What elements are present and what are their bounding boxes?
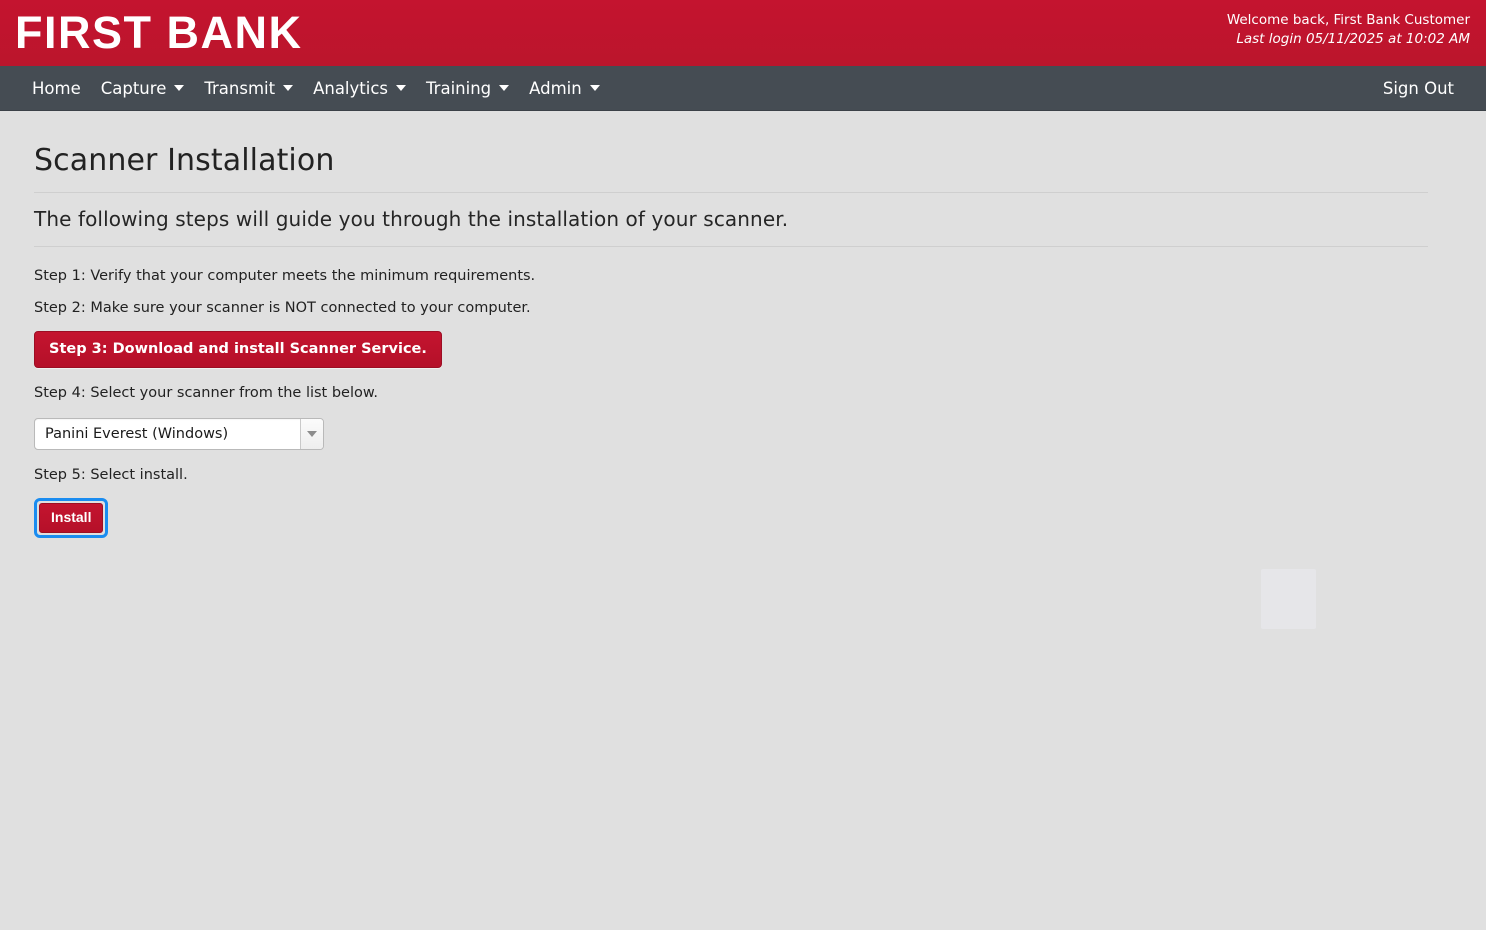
download-scanner-service-button[interactable]: Step 3: Download and install Scanner Ser… <box>34 331 442 368</box>
nav-item-label: Analytics <box>313 78 389 98</box>
nav-item-home[interactable]: Home <box>22 66 91 110</box>
nav-item-admin[interactable]: Admin <box>519 66 610 110</box>
main-navigation-bar: Home Capture Transmit Analytics Training… <box>0 66 1486 111</box>
installation-steps: Step 1: Verify that your computer meets … <box>34 247 1452 538</box>
nav-item-label: Training <box>426 78 492 98</box>
install-button[interactable]: Install <box>39 503 104 533</box>
step-5-text: Step 5: Select install. <box>34 467 188 483</box>
page-content: Scanner Installation The following steps… <box>0 111 1486 629</box>
page-subtitle: The following steps will guide you throu… <box>34 207 789 231</box>
step-2-text: Step 2: Make sure your scanner is NOT co… <box>34 300 531 316</box>
nav-right-group: Sign Out <box>1373 66 1464 110</box>
nav-item-label: Admin <box>529 78 582 98</box>
chevron-down-icon <box>499 85 510 91</box>
scanner-select-value: Panini Everest (Windows) <box>45 426 229 442</box>
last-login-message: Last login 05/11/2025 at 10:02 AM <box>1236 31 1470 47</box>
sign-out-link[interactable]: Sign Out <box>1373 66 1464 110</box>
first-bank-logo[interactable]: FIRST BANK <box>15 8 302 58</box>
page-title: Scanner Installation <box>34 143 335 178</box>
chevron-down-icon <box>174 85 185 91</box>
placeholder-box <box>1261 569 1316 629</box>
chevron-down-icon <box>307 431 317 437</box>
nav-item-training[interactable]: Training <box>416 66 519 110</box>
install-button-focus-ring: Install <box>34 498 109 538</box>
scanner-select[interactable]: Panini Everest (Windows) <box>34 418 324 450</box>
sign-out-label: Sign Out <box>1382 78 1454 98</box>
step-4-text: Step 4: Select your scanner from the lis… <box>34 385 379 401</box>
nav-item-analytics[interactable]: Analytics <box>303 66 416 110</box>
step-1-text: Step 1: Verify that your computer meets … <box>34 268 536 284</box>
nav-item-label: Capture <box>100 78 167 98</box>
chevron-down-icon <box>283 85 294 91</box>
scanner-select-arrow-button[interactable] <box>300 419 323 449</box>
nav-item-label: Home <box>32 78 81 98</box>
welcome-block: Welcome back, First Bank Customer Last l… <box>1227 10 1470 49</box>
brand-header: FIRST BANK Welcome back, First Bank Cust… <box>0 0 1486 66</box>
chevron-down-icon <box>396 85 407 91</box>
chevron-down-icon <box>589 85 600 91</box>
nav-items-group: Home Capture Transmit Analytics Training… <box>22 66 610 110</box>
nav-item-label: Transmit <box>204 78 276 98</box>
welcome-message: Welcome back, First Bank Customer <box>1226 12 1470 28</box>
nav-item-capture[interactable]: Capture <box>91 66 195 110</box>
nav-item-transmit[interactable]: Transmit <box>194 66 303 110</box>
